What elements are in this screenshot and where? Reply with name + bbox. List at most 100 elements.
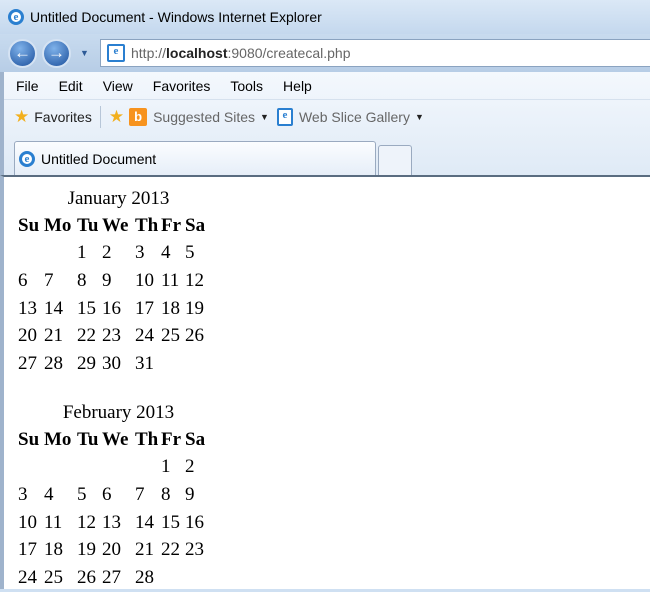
day-cell: 2: [102, 242, 112, 264]
weekday-header: Tu: [77, 214, 99, 236]
day-cell: 28: [44, 352, 63, 374]
weekday-header: Th: [135, 214, 159, 236]
day-cell: 7: [135, 483, 145, 505]
recent-pages-dropdown-icon[interactable]: ▼: [80, 48, 89, 58]
month-title: January 2013: [67, 188, 170, 209]
day-cell: 31: [135, 352, 154, 374]
web-slice-gallery-button[interactable]: Web Slice Gallery: [299, 109, 410, 125]
chevron-down-icon[interactable]: ▼: [260, 112, 269, 122]
day-cell: 23: [185, 539, 204, 561]
menu-file[interactable]: File: [16, 78, 39, 94]
day-cell: [185, 350, 213, 378]
menu-edit[interactable]: Edit: [59, 78, 83, 94]
day-cell: 4: [161, 242, 171, 264]
title-bar: e Untitled Document - Windows Internet E…: [0, 0, 650, 34]
day-cell: 17: [18, 539, 37, 561]
bing-icon: b: [129, 107, 148, 126]
weekday-header: We: [102, 214, 129, 236]
forward-arrow-icon: →: [48, 43, 65, 62]
forward-button[interactable]: →: [42, 39, 71, 68]
day-cell: 2: [185, 456, 195, 478]
week-row: 20 21 22 23 24 25 26: [18, 322, 213, 350]
weekday-header: Su: [18, 214, 40, 236]
day-cell: 6: [102, 483, 112, 505]
day-cell: 23: [102, 325, 121, 347]
day-cell: 1: [161, 456, 171, 478]
address-bar[interactable]: e http://localhost:9080/createcal.php: [100, 39, 650, 67]
weekday-header-row: Su Mo Tu We Th Fr Sa: [18, 212, 213, 240]
day-cell: 10: [135, 269, 154, 291]
web-slice-icon: e: [276, 107, 293, 126]
day-cell: 22: [161, 539, 180, 561]
day-cell: 20: [18, 325, 37, 347]
day-cell: 30: [102, 352, 121, 374]
day-cell: [44, 240, 77, 268]
day-cell: [185, 564, 213, 592]
day-cell: 18: [44, 539, 63, 561]
day-cell: 9: [102, 269, 112, 291]
day-cell: 16: [185, 511, 204, 533]
day-cell: 21: [135, 539, 154, 561]
new-tab-button[interactable]: [378, 145, 412, 175]
week-row: 6 7 8 9 10 11 12: [18, 267, 213, 295]
day-cell: 4: [44, 483, 54, 505]
weekday-header: We: [102, 428, 129, 450]
week-row: 12: [18, 454, 213, 482]
address-prefix: http://: [131, 45, 167, 61]
tab-label: Untitled Document: [41, 150, 157, 167]
day-cell: [18, 454, 44, 482]
day-cell: 14: [44, 297, 63, 319]
day-cell: [18, 240, 44, 268]
day-cell: 9: [185, 483, 195, 505]
page-icon: e: [107, 44, 125, 62]
menu-favorites[interactable]: Favorites: [153, 78, 211, 94]
divider: [99, 105, 101, 128]
back-button[interactable]: ←: [8, 39, 37, 68]
day-cell: 12: [185, 269, 204, 291]
weekday-header: Mo: [44, 428, 72, 450]
day-cell: 3: [135, 242, 145, 264]
chevron-down-icon[interactable]: ▼: [415, 112, 424, 122]
day-cell: 29: [77, 352, 96, 374]
month-title: February 2013: [62, 402, 175, 423]
weekday-header: Mo: [44, 214, 72, 236]
menu-tools[interactable]: Tools: [230, 78, 263, 94]
tab-untitled-document[interactable]: e Untitled Document: [14, 141, 376, 175]
weekday-header-row: Su Mo Tu We Th Fr Sa: [18, 426, 213, 454]
day-cell: 26: [185, 325, 204, 347]
day-cell: 6: [18, 269, 28, 291]
day-cell: 10: [18, 511, 37, 533]
day-cell: 24: [135, 325, 154, 347]
day-cell: 17: [135, 297, 154, 319]
suggested-sites-button[interactable]: Suggested Sites: [153, 109, 255, 125]
weekday-header: Fr: [161, 428, 182, 450]
weekday-header: Tu: [77, 428, 99, 450]
week-row: 10 11 12 13 14 15 16: [18, 509, 213, 537]
favorites-button[interactable]: Favorites: [34, 109, 92, 125]
day-cell: 13: [102, 511, 121, 533]
menu-bar: File Edit View Favorites Tools Help: [4, 72, 650, 100]
weekday-header: Sa: [185, 428, 206, 450]
day-cell: 24: [18, 566, 37, 588]
day-cell: 11: [44, 511, 63, 533]
menu-help[interactable]: Help: [283, 78, 312, 94]
day-cell: 28: [135, 566, 154, 588]
favorites-bar: ★ Favorites ★ b Suggested Sites ▼ e Web …: [4, 100, 650, 133]
day-cell: 5: [185, 242, 195, 264]
week-row: 27 28 29 30 31: [18, 350, 213, 378]
add-to-favorites-bar-icon[interactable]: ★: [109, 107, 124, 127]
day-cell: 8: [77, 269, 87, 291]
favorites-star-icon: ★: [14, 106, 30, 126]
day-cell: 18: [161, 297, 180, 319]
day-cell: [161, 564, 185, 592]
day-cell: 21: [44, 325, 63, 347]
day-cell: 27: [102, 566, 121, 588]
page-content: January 2013 Su Mo Tu We Th Fr Sa 1 2 3 4 5 6 7 8 9 10 11 1…: [0, 175, 650, 589]
day-cell: 19: [185, 297, 204, 319]
day-cell: 15: [161, 511, 180, 533]
day-cell: 27: [18, 352, 37, 374]
menu-view[interactable]: View: [103, 78, 133, 94]
week-row: 12 345: [18, 240, 213, 268]
weekday-header: Fr: [161, 214, 182, 236]
day-cell: 5: [77, 483, 87, 505]
